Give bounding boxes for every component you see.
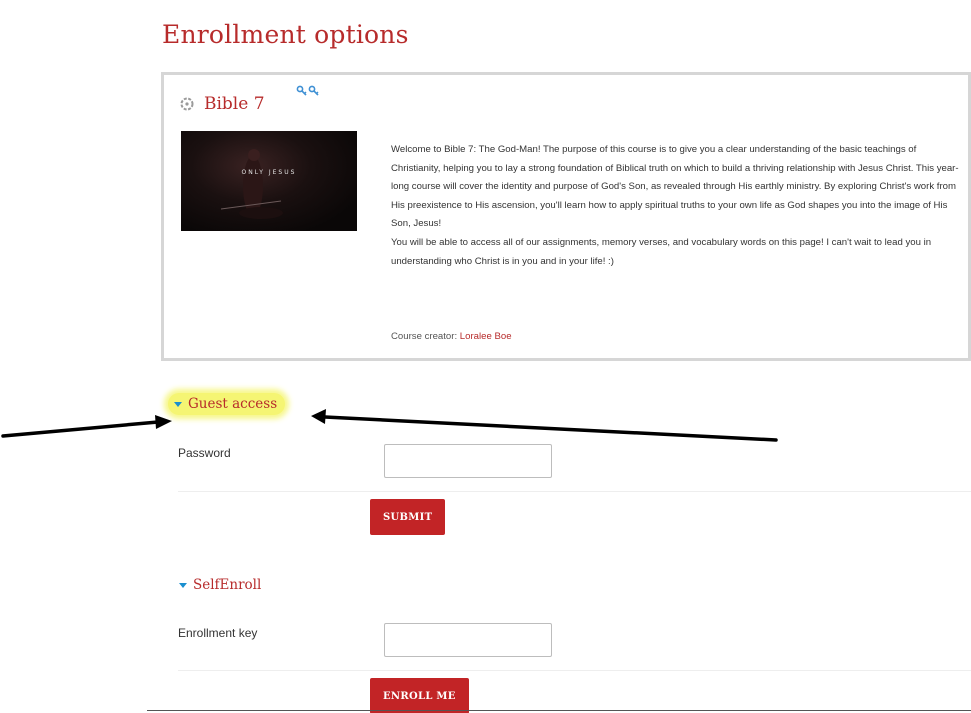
course-box: Bible 7 ONLY JESUS Welcome to Bible 7: T…	[161, 72, 971, 361]
course-summary: Welcome to Bible 7: The God-Man! The pur…	[391, 141, 961, 271]
course-image: ONLY JESUS	[181, 131, 357, 231]
guest-password-input[interactable]	[384, 444, 552, 478]
self-enroll-section-toggle[interactable]: SelfEnroll	[179, 577, 261, 593]
guest-access-icon	[296, 85, 319, 96]
bottom-divider	[147, 710, 971, 711]
self-enroll-separator	[178, 670, 971, 671]
course-creator: Course creator: Loralee Boe	[391, 331, 512, 342]
course-image-figure	[220, 149, 283, 219]
course-creator-link[interactable]: Loralee Boe	[460, 331, 512, 342]
caret-down-icon	[179, 583, 187, 588]
password-label: Password	[178, 446, 231, 460]
course-creator-label: Course creator:	[391, 331, 458, 342]
enroll-me-button[interactable]: ENROLL ME	[370, 678, 469, 713]
course-image-caption: ONLY JESUS	[241, 169, 297, 176]
enrollment-key-label: Enrollment key	[178, 626, 258, 640]
course-summary-paragraph: You will be able to access all of our as…	[391, 236, 932, 267]
course-icon	[180, 97, 194, 111]
submit-button[interactable]: SUBMIT	[370, 499, 446, 535]
page-title: Enrollment options	[162, 20, 409, 49]
course-header: Bible 7	[180, 89, 265, 119]
guest-separator	[178, 491, 971, 492]
guest-access-section-toggle[interactable]: Guest access	[168, 393, 286, 415]
guest-access-header: Guest access	[188, 396, 278, 412]
course-summary-paragraph: Welcome to Bible 7: The God-Man! The pur…	[391, 144, 959, 230]
enrollment-key-input[interactable]	[384, 623, 552, 657]
course-name-link[interactable]: Bible 7	[204, 94, 265, 114]
self-enroll-header: SelfEnroll	[193, 577, 262, 593]
annotation-arrow-left	[1, 415, 172, 438]
annotation-arrow-right	[311, 409, 778, 442]
caret-down-icon	[174, 402, 182, 407]
